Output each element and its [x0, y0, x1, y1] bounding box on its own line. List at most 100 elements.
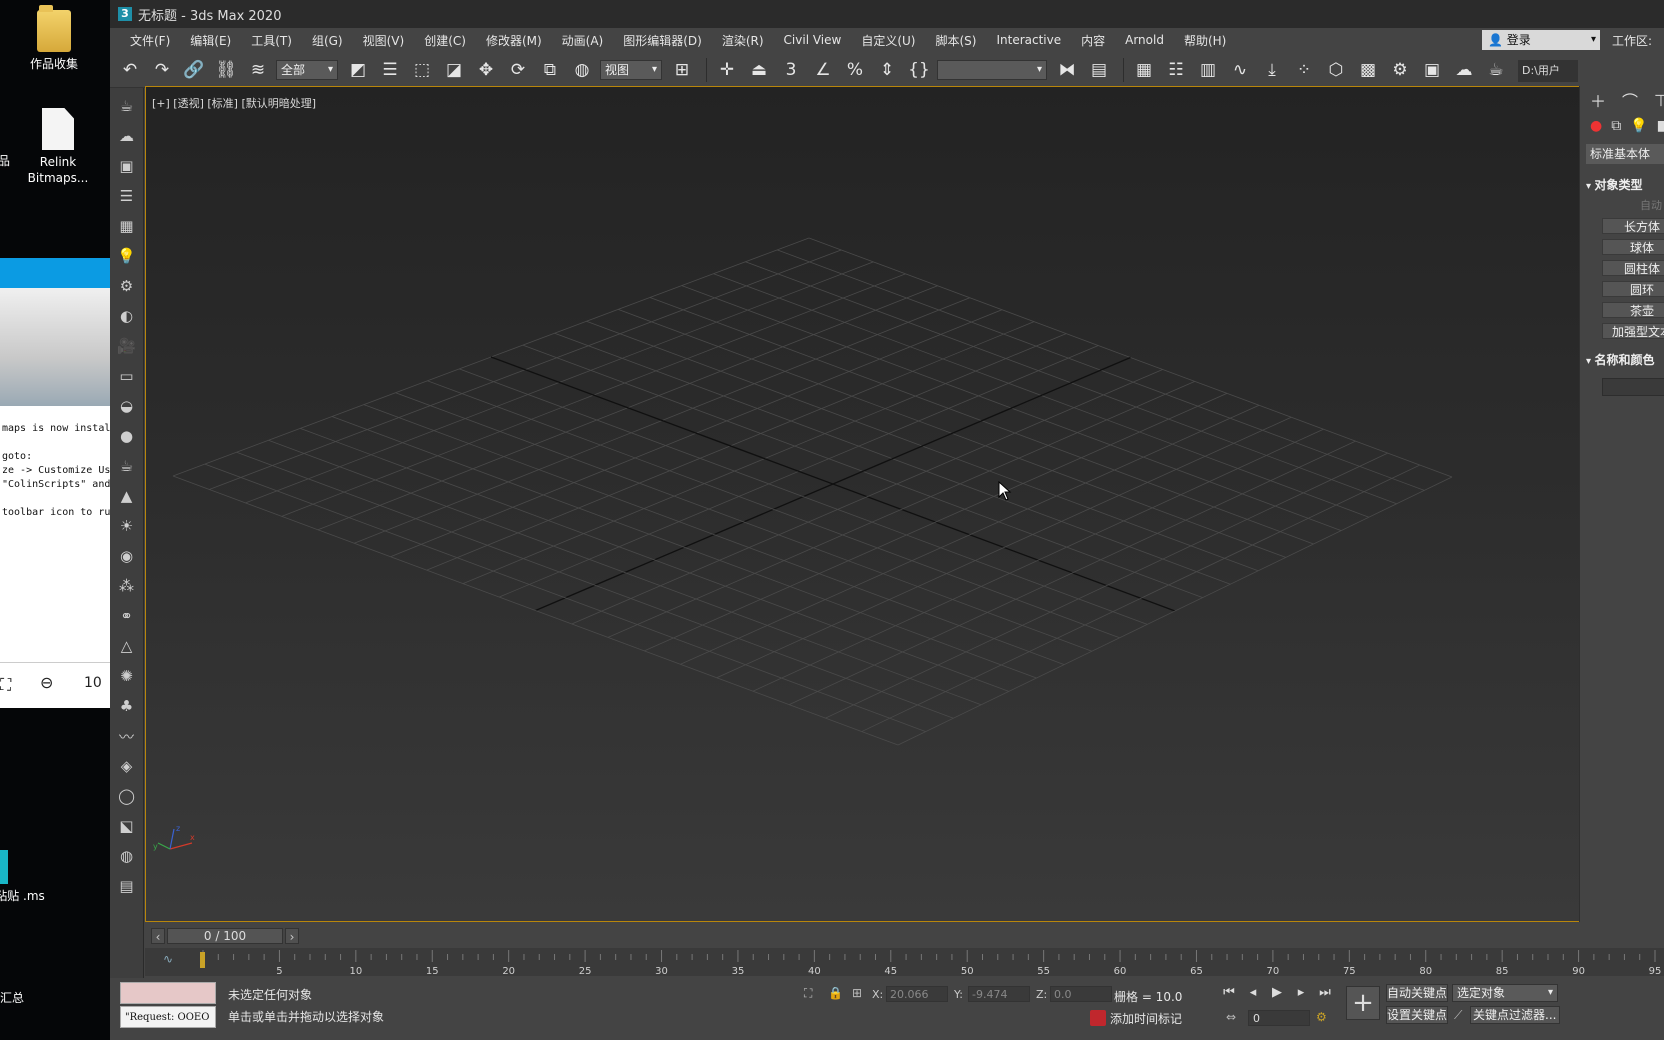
hierarchy-tab-icon[interactable]: ⊤: [1654, 91, 1664, 110]
y-coordinate-field[interactable]: -9.474: [968, 986, 1030, 1002]
menu-animation[interactable]: 动画(A): [552, 32, 614, 49]
menu-civil-view[interactable]: Civil View: [774, 33, 852, 47]
key-filters-button[interactable]: 关键点过滤器...: [1470, 1006, 1560, 1024]
lock-selection-icon[interactable]: 🔒: [828, 986, 843, 1000]
plane-icon[interactable]: ▭: [115, 364, 139, 388]
select-manipulate-icon[interactable]: ✛: [713, 56, 741, 84]
bind-spacewarp-icon[interactable]: ≋: [244, 56, 272, 84]
menu-graph-editors[interactable]: 图形编辑器(D): [613, 32, 712, 49]
sphere-icon[interactable]: ●: [115, 424, 139, 448]
menu-group[interactable]: 组(G): [302, 32, 353, 49]
gear-sphere-icon[interactable]: ✺: [115, 664, 139, 688]
light-bulb-icon[interactable]: 💡: [115, 244, 139, 268]
cone-icon[interactable]: ▲: [115, 484, 139, 508]
teapot-icon[interactable]: ☕: [115, 94, 139, 118]
link-icon[interactable]: 🔗: [180, 56, 208, 84]
pyramid-icon[interactable]: △: [115, 634, 139, 658]
curve-editor-icon[interactable]: ∿: [1226, 56, 1254, 84]
molecule-icon[interactable]: ⚭: [115, 604, 139, 628]
name-color-rollout[interactable]: 名称和颜色: [1586, 351, 1664, 368]
material-editor-icon[interactable]: ⁘: [1290, 56, 1318, 84]
curve-editor-mini-icon[interactable]: ∿: [163, 952, 173, 966]
shapes-icon[interactable]: ⧉: [1611, 118, 1621, 134]
camera-icon[interactable]: 🎥: [115, 334, 139, 358]
cameras-icon[interactable]: ■: [1657, 118, 1664, 134]
create-tab-icon[interactable]: ＋: [1590, 88, 1606, 112]
sun-icon[interactable]: ☀: [115, 514, 139, 538]
project-path-field[interactable]: D:\用户: [1518, 60, 1578, 82]
lights-icon[interactable]: 💡: [1630, 118, 1647, 134]
menu-content[interactable]: 内容: [1071, 32, 1115, 49]
set-key-button[interactable]: 设置关键点: [1386, 1006, 1448, 1024]
render-iterative-icon[interactable]: ▣: [1418, 56, 1446, 84]
previous-frame-icon[interactable]: ◂: [1244, 984, 1262, 1002]
select-by-name-icon[interactable]: ☰: [376, 56, 404, 84]
time-config-icon[interactable]: ⚙: [1316, 1010, 1327, 1024]
rendered-frame-window-icon[interactable]: ▩: [1354, 56, 1382, 84]
login-dropdown[interactable]: 👤 登录 ▾: [1482, 30, 1600, 50]
object-type-rollout[interactable]: 对象类型: [1586, 176, 1664, 193]
edit-named-selection-icon[interactable]: {}: [905, 56, 933, 84]
align-icon[interactable]: ▤: [1085, 56, 1113, 84]
schematic-view-icon[interactable]: ⤓: [1258, 56, 1286, 84]
desktop-relink-icon[interactable]: Relink Bitmaps...: [18, 108, 98, 186]
menu-arnold[interactable]: Arnold: [1115, 33, 1174, 47]
named-selection-sets-dropdown[interactable]: [937, 59, 1047, 80]
render-in-cloud-icon[interactable]: ☁: [1450, 56, 1478, 84]
zoom-out-icon[interactable]: ⊖: [40, 673, 53, 692]
ox-icon[interactable]: ◈: [115, 754, 139, 778]
disc-icon[interactable]: ◉: [115, 544, 139, 568]
teapot-small-icon[interactable]: ☕: [115, 454, 139, 478]
sphere-gear-icon[interactable]: ◐: [115, 304, 139, 328]
next-frame-icon[interactable]: ▸: [1292, 984, 1310, 1002]
menu-edit[interactable]: 编辑(E): [180, 32, 241, 49]
menu-scripting[interactable]: 脚本(S): [925, 32, 986, 49]
render-production-icon[interactable]: ⚙: [1386, 56, 1414, 84]
render-setup-icon[interactable]: ⬡: [1322, 56, 1350, 84]
go-to-start-icon[interactable]: ⏮: [1220, 984, 1238, 1002]
image-icon[interactable]: ▣: [115, 154, 139, 178]
box-button[interactable]: 长方体: [1602, 218, 1664, 234]
isolate-selection-icon[interactable]: ⛶: [804, 986, 812, 1001]
reference-coordinate-dropdown[interactable]: 视图: [600, 59, 662, 80]
track-bar[interactable]: 5 10 15 20 25 30 35 40 45 50 55 60 65 70 75 80 85 90 95 ∿: [145, 948, 1664, 976]
material-ball-icon[interactable]: ◯: [115, 784, 139, 808]
primitive-category-dropdown[interactable]: 标准基本体: [1586, 144, 1664, 164]
go-to-end-icon[interactable]: ⏭: [1316, 984, 1334, 1002]
menu-interactive[interactable]: Interactive: [986, 33, 1071, 47]
spinner-snap-icon[interactable]: ⇕: [873, 56, 901, 84]
toggle-ribbon-icon[interactable]: ▥: [1194, 56, 1222, 84]
scale-icon[interactable]: ⧉: [536, 56, 564, 84]
layer-explorer-icon[interactable]: ☷: [1162, 56, 1190, 84]
background-window-titlebar[interactable]: [0, 258, 110, 288]
move-icon[interactable]: ✥: [472, 56, 500, 84]
percent-snap-icon[interactable]: %: [841, 56, 869, 84]
unlink-icon[interactable]: ⛓: [212, 56, 240, 84]
time-next-icon[interactable]: ›: [285, 928, 299, 944]
redo-icon[interactable]: ↷: [148, 56, 176, 84]
background-window[interactable]: maps is now instal goto: ze -> Customize…: [0, 258, 110, 708]
x-coordinate-field[interactable]: 20.066: [886, 986, 948, 1002]
maxscript-listener-field[interactable]: [120, 982, 216, 1004]
grass-icon[interactable]: ♣: [115, 694, 139, 718]
current-frame-marker[interactable]: [200, 952, 205, 968]
auto-key-button[interactable]: 自动关键点: [1386, 984, 1448, 1002]
rectangular-selection-icon[interactable]: ⬚: [408, 56, 436, 84]
desktop-folder-icon[interactable]: 作品收集: [14, 5, 94, 72]
desktop-script-icon[interactable]: 粘贴 .ms: [0, 850, 60, 904]
rotate-icon[interactable]: ⟳: [504, 56, 532, 84]
perspective-viewport[interactable]: [+] [透视] [标准] [默认明暗处理] x z y: [145, 86, 1653, 922]
undo-icon[interactable]: ↶: [116, 56, 144, 84]
set-key-icon[interactable]: +: [1346, 986, 1380, 1020]
window-crossing-icon[interactable]: ◪: [440, 56, 468, 84]
absolute-mode-icon[interactable]: ⊞: [852, 986, 862, 1000]
modify-tab-icon[interactable]: ⌒: [1622, 88, 1638, 112]
sphere-button[interactable]: 球体: [1602, 239, 1664, 255]
mirror-icon[interactable]: ⧓: [1053, 56, 1081, 84]
menu-customize[interactable]: 自定义(U): [851, 32, 925, 49]
title-bar[interactable]: 3 无标题 - 3ds Max 2020: [110, 0, 1664, 28]
scene-explorer-icon[interactable]: ▦: [1130, 56, 1158, 84]
desktop-summary-icon[interactable]: 汇总: [0, 990, 52, 1006]
render-teapot-icon[interactable]: ☕: [1482, 56, 1510, 84]
key-mode-icon[interactable]: ⇔: [1226, 1010, 1236, 1024]
